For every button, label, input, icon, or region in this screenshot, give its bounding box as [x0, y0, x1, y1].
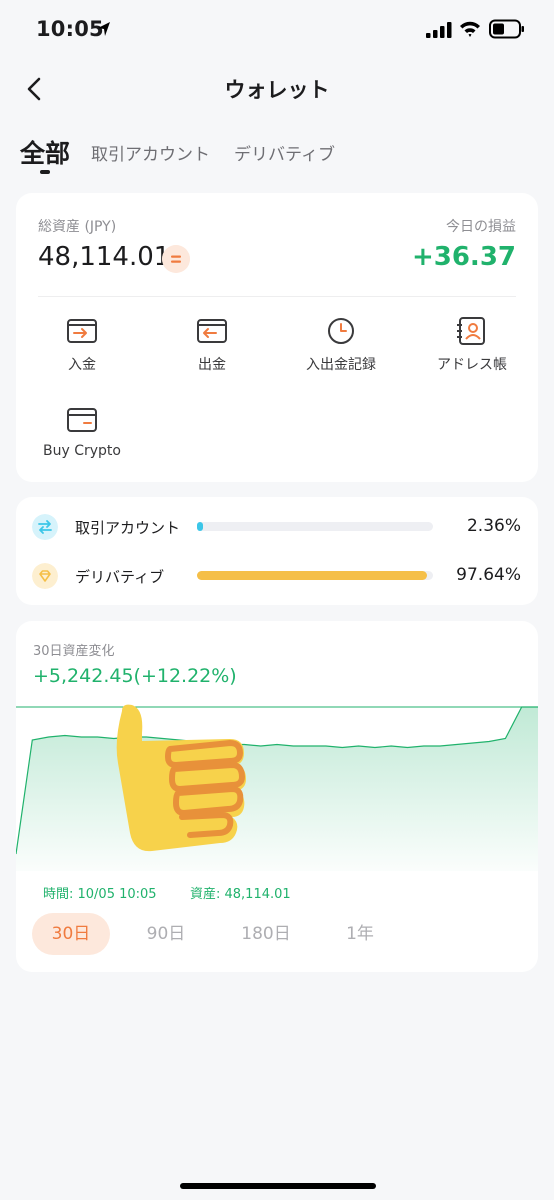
- equals-icon[interactable]: [162, 245, 190, 273]
- withdraw-icon: [197, 319, 227, 343]
- range-30d-button[interactable]: 30日: [32, 913, 110, 955]
- clock-icon: [328, 318, 354, 344]
- thumbs-up-emoji-icon: [116, 704, 247, 852]
- address-book-label: アドレス帳: [437, 357, 507, 373]
- wifi-icon: [460, 21, 480, 37]
- transaction-history-button[interactable]: 入出金記録: [281, 316, 401, 374]
- cellular-signal-icon: [426, 22, 452, 38]
- address-book-button[interactable]: アドレス帳: [412, 316, 532, 374]
- chart-area: [16, 707, 538, 871]
- chart-title: 30日資産変化: [33, 644, 115, 659]
- range-90d-button[interactable]: 90日: [127, 913, 205, 955]
- asset-change-card: 30日資産変化 +5,242.45(+12.22%) 時間: 10/05 10:…: [16, 621, 538, 972]
- daily-pnl-label: 今日の損益: [446, 219, 516, 235]
- allocation-bar-track: [197, 522, 433, 531]
- tab-trading-account[interactable]: 取引アカウント: [91, 140, 210, 165]
- address-book-icon: [457, 317, 485, 345]
- allocation-row-derivatives[interactable]: デリバティブ 97.64%: [16, 561, 538, 591]
- chart-change-value: +5,242.45(+12.22%): [33, 665, 237, 687]
- allocation-card: 取引アカウント 2.36% デリバティブ 97.64%: [16, 497, 538, 605]
- buy-crypto-label: Buy Crypto: [43, 443, 121, 459]
- allocation-bar-fill: [197, 522, 203, 531]
- total-assets-value: 48,114.01: [38, 242, 171, 272]
- allocation-name: 取引アカウント: [75, 519, 181, 537]
- asset-area-chart[interactable]: [16, 689, 538, 871]
- withdraw-button[interactable]: 出金: [152, 316, 272, 374]
- status-bar: 10:05: [0, 0, 554, 62]
- daily-pnl-value: +36.37: [411, 242, 516, 272]
- diamond-icon: [32, 563, 58, 589]
- transfer-icon: [32, 514, 58, 540]
- location-arrow-icon: [98, 22, 110, 36]
- allocation-name: デリバティブ: [75, 568, 165, 586]
- chart-time-label: 時間: 10/05 10:05: [43, 887, 157, 902]
- battery-icon: [489, 19, 524, 39]
- range-180d-button[interactable]: 180日: [227, 913, 305, 955]
- deposit-label: 入金: [68, 357, 96, 373]
- allocation-percent: 97.64%: [456, 565, 521, 585]
- withdraw-label: 出金: [198, 357, 226, 373]
- page-title: ウォレット: [224, 78, 330, 102]
- buy-crypto-button[interactable]: Buy Crypto: [22, 405, 142, 459]
- tab-derivatives[interactable]: デリバティブ: [234, 140, 335, 165]
- status-time: 10:05: [36, 17, 104, 41]
- total-assets-label: 総資産 (JPY): [38, 219, 117, 235]
- chart-asset-label: 資産: 48,114.01: [190, 887, 291, 902]
- tab-all[interactable]: 全部: [20, 134, 70, 170]
- assets-card: 総資産 (JPY) 48,114.01 今日の損益 +36.37 入金 出金 入…: [16, 193, 538, 482]
- allocation-bar-fill: [197, 571, 428, 580]
- divider: [38, 296, 516, 297]
- card-icon: [67, 408, 97, 432]
- range-1y-button[interactable]: 1年: [321, 913, 399, 955]
- deposit-icon: [67, 319, 97, 343]
- allocation-bar-track: [197, 571, 433, 580]
- deposit-button[interactable]: 入金: [22, 316, 142, 374]
- allocation-row-trading[interactable]: 取引アカウント 2.36%: [16, 512, 538, 542]
- tab-active-indicator: [40, 170, 50, 174]
- transaction-history-label: 入出金記録: [306, 357, 376, 373]
- home-indicator: [180, 1183, 376, 1189]
- allocation-percent: 2.36%: [466, 516, 521, 536]
